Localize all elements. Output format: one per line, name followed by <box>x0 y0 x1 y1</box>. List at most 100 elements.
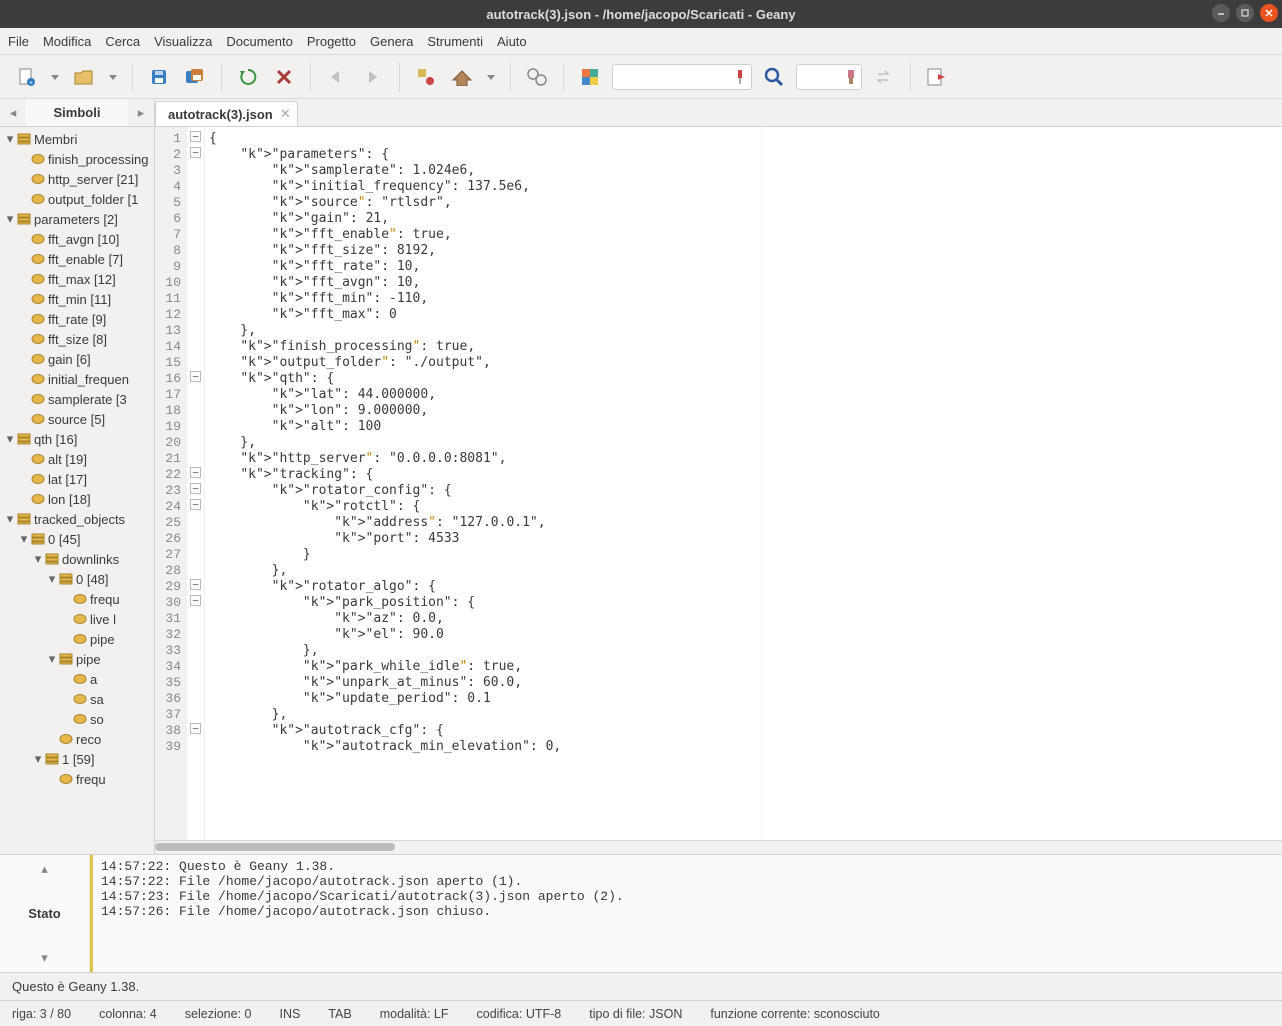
editor-area: autotrack(3).json ✕ 12345678910111213141… <box>155 99 1282 854</box>
menubar: File Modifica Cerca Visualizza Documento… <box>0 28 1282 55</box>
tree-item[interactable]: ▾pipe <box>2 649 154 669</box>
tree-item[interactable]: fft_rate [9] <box>2 309 154 329</box>
tree-item[interactable]: lat [17] <box>2 469 154 489</box>
tree-item[interactable]: samplerate [3 <box>2 389 154 409</box>
reload-button[interactable] <box>234 63 262 91</box>
menu-file[interactable]: File <box>8 34 29 49</box>
fold-column[interactable]: −−−−−−−−− <box>187 127 205 840</box>
tree-item[interactable]: fft_max [12] <box>2 269 154 289</box>
color-picker-button[interactable] <box>576 63 604 91</box>
menu-tools[interactable]: Strumenti <box>427 34 483 49</box>
tree-item[interactable]: finish_processing <box>2 149 154 169</box>
tree-item[interactable]: fft_avgn [10] <box>2 229 154 249</box>
status-ins: INS <box>279 1007 300 1021</box>
status-column: colonna: 4 <box>99 1007 157 1021</box>
menu-build[interactable]: Genera <box>370 34 413 49</box>
status-scope: funzione corrente: sconosciuto <box>710 1007 880 1021</box>
status-position: riga: 3 / 80 <box>12 1007 71 1021</box>
sidebar-prev-icon[interactable]: ◂ <box>0 99 26 126</box>
menu-document[interactable]: Documento <box>226 34 292 49</box>
tree-item[interactable]: gain [6] <box>2 349 154 369</box>
tree-item[interactable]: ▾0 [45] <box>2 529 154 549</box>
message-bar: Questo è Geany 1.38. <box>0 972 1282 1000</box>
close-button[interactable] <box>1260 4 1278 22</box>
compile-button[interactable] <box>412 63 440 91</box>
tab-active-file[interactable]: autotrack(3).json ✕ <box>155 101 298 126</box>
goto-line-input[interactable] <box>612 64 752 90</box>
menu-project[interactable]: Progetto <box>307 34 356 49</box>
build-button[interactable] <box>448 63 476 91</box>
toolbar: + <box>0 55 1282 99</box>
tree-item[interactable]: initial_frequen <box>2 369 154 389</box>
toolbar-dropdown-icon[interactable] <box>484 63 498 91</box>
tree-item[interactable]: frequ <box>2 769 154 789</box>
chevron-down-icon[interactable]: ▾ <box>41 950 48 966</box>
tree-item[interactable]: fft_enable [7] <box>2 249 154 269</box>
margin-guide <box>761 127 762 840</box>
sidebar-tab-symbols[interactable]: Simboli <box>26 99 128 126</box>
tree-item[interactable]: output_folder [1 <box>2 189 154 209</box>
code-editor[interactable]: { "k">"parameters": { "k">"samplerate": … <box>205 127 1282 840</box>
close-file-button[interactable] <box>270 63 298 91</box>
tree-item[interactable]: live l <box>2 609 154 629</box>
chevron-up-icon[interactable]: ▴ <box>41 861 48 877</box>
tree-item[interactable]: reco <box>2 729 154 749</box>
horizontal-scrollbar[interactable] <box>155 840 1282 854</box>
search-input[interactable] <box>796 64 862 90</box>
maximize-button[interactable] <box>1236 4 1254 22</box>
status-filetype: tipo di file: JSON <box>589 1007 682 1021</box>
symbol-tree[interactable]: ▾Membri finish_processing http_server [2… <box>0 127 154 854</box>
save-button[interactable] <box>145 63 173 91</box>
new-file-button[interactable]: + <box>12 63 40 91</box>
toolbar-dropdown-icon[interactable] <box>106 63 120 91</box>
tree-item[interactable]: alt [19] <box>2 449 154 469</box>
brush-icon <box>845 69 857 85</box>
nav-back-button[interactable] <box>323 63 351 91</box>
svg-text:+: + <box>29 80 33 87</box>
message-text: Questo è Geany 1.38. <box>12 979 139 994</box>
line-gutter: 1234567891011121314151617181920212223242… <box>155 127 187 840</box>
save-all-button[interactable] <box>181 63 209 91</box>
titlebar: autotrack(3).json - /home/jacopo/Scarica… <box>0 0 1282 28</box>
bottom-tab-status[interactable]: Stato <box>28 906 61 921</box>
tree-item[interactable]: a <box>2 669 154 689</box>
menu-help[interactable]: Aiuto <box>497 34 527 49</box>
status-selection: selezione: 0 <box>185 1007 252 1021</box>
menu-search[interactable]: Cerca <box>105 34 140 49</box>
tree-item[interactable]: source [5] <box>2 409 154 429</box>
tree-item[interactable]: sa <box>2 689 154 709</box>
status-eol: modalità: LF <box>380 1007 449 1021</box>
tree-item[interactable]: so <box>2 709 154 729</box>
find-button[interactable] <box>760 63 788 91</box>
sidebar-next-icon[interactable]: ▸ <box>128 99 154 126</box>
tree-item[interactable]: ▾parameters [2] <box>2 209 154 229</box>
quit-button[interactable] <box>923 63 951 91</box>
toolbar-dropdown-icon[interactable] <box>48 63 62 91</box>
tree-item[interactable]: ▾Membri <box>2 129 154 149</box>
window-title: autotrack(3).json - /home/jacopo/Scarica… <box>486 7 795 22</box>
tree-item[interactable]: ▾tracked_objects <box>2 509 154 529</box>
tree-item[interactable]: frequ <box>2 589 154 609</box>
tree-item[interactable]: fft_size [8] <box>2 329 154 349</box>
tree-item[interactable]: pipe <box>2 629 154 649</box>
replace-button[interactable] <box>870 63 898 91</box>
tree-item[interactable]: ▾downlinks <box>2 549 154 569</box>
open-file-button[interactable] <box>70 63 98 91</box>
nav-forward-button[interactable] <box>359 63 387 91</box>
status-tab: TAB <box>328 1007 351 1021</box>
message-panel: ▴ Stato ▾ 14:57:22: Questo è Geany 1.38.… <box>0 854 1282 972</box>
status-log[interactable]: 14:57:22: Questo è Geany 1.38.14:57:22: … <box>90 855 1282 972</box>
tree-item[interactable]: fft_min [11] <box>2 289 154 309</box>
menu-edit[interactable]: Modifica <box>43 34 91 49</box>
run-button[interactable] <box>523 63 551 91</box>
tree-item[interactable]: ▾1 [59] <box>2 749 154 769</box>
menu-view[interactable]: Visualizza <box>154 34 212 49</box>
tab-close-icon[interactable]: ✕ <box>280 106 291 122</box>
tree-item[interactable]: lon [18] <box>2 489 154 509</box>
tree-item[interactable]: ▾0 [48] <box>2 569 154 589</box>
tree-item[interactable]: http_server [21] <box>2 169 154 189</box>
tree-item[interactable]: ▾qth [16] <box>2 429 154 449</box>
minimize-button[interactable] <box>1212 4 1230 22</box>
status-encoding: codifica: UTF-8 <box>477 1007 562 1021</box>
pin-icon <box>733 68 747 86</box>
